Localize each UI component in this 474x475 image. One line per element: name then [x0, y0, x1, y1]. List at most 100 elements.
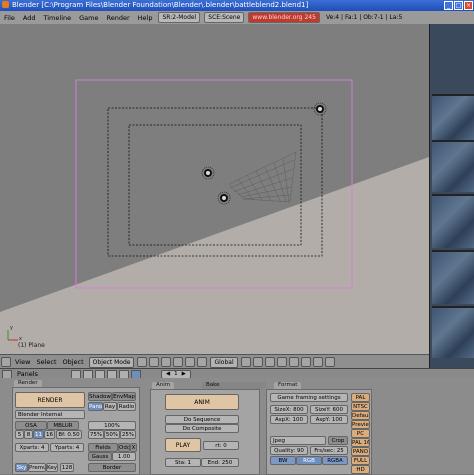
osa-5-button[interactable]: 5	[15, 430, 24, 439]
tab-bake[interactable]: Bake	[202, 382, 266, 389]
aspx-field[interactable]: AspX: 100	[270, 415, 308, 424]
osa-11-button[interactable]: 11	[33, 430, 44, 439]
file-type-dropdown[interactable]: Jpeg	[270, 436, 326, 445]
pivot-icon[interactable]	[149, 357, 160, 367]
bit-depth-field[interactable]: 128	[60, 463, 74, 472]
blender-url[interactable]: www.blender.org 245	[248, 12, 320, 23]
size-50-button[interactable]: 50%	[104, 430, 120, 439]
axis-y-label: y	[10, 325, 13, 331]
preset-pal-16-9[interactable]: PAL 16:9	[351, 438, 370, 447]
menu-game[interactable]: Game	[75, 14, 102, 22]
panels-menu[interactable]: Panels	[14, 370, 41, 378]
envmap-toggle[interactable]: EnvMap	[112, 392, 136, 401]
orientation-dropdown[interactable]: Global	[210, 356, 238, 368]
bw-toggle[interactable]: BW	[270, 456, 296, 465]
play-button[interactable]: PLAY	[165, 438, 201, 452]
quality-field[interactable]: Quality: 90	[270, 446, 308, 455]
anim-button[interactable]: ANIM	[165, 394, 239, 410]
fps-field[interactable]: Frs/sec: 25	[310, 446, 348, 455]
frame-prev-icon[interactable]: ◀	[166, 371, 170, 378]
render-button[interactable]: RENDER	[15, 392, 85, 408]
layer-button[interactable]	[288, 357, 299, 367]
aspy-field[interactable]: AspY: 100	[310, 415, 348, 424]
preset-pal[interactable]: PAL	[351, 393, 370, 402]
sizey-field[interactable]: SizeY: 600	[310, 405, 348, 414]
menu-render[interactable]: Render	[102, 14, 133, 22]
tab-anim[interactable]: Anim	[152, 382, 175, 389]
pano-toggle[interactable]: Pano	[88, 402, 103, 411]
lock-icon[interactable]	[312, 357, 323, 367]
sizex-field[interactable]: SizeX: 800	[270, 405, 308, 414]
premul-toggle[interactable]: Premul	[28, 463, 46, 472]
rotate-icon[interactable]	[185, 357, 196, 367]
preset-full[interactable]: FULL	[351, 456, 370, 465]
osa-8-button[interactable]: 8	[24, 430, 33, 439]
size-75-button[interactable]: 75%	[88, 430, 104, 439]
scene-selector[interactable]: SCE:Scene	[204, 12, 245, 23]
layer-button[interactable]	[240, 357, 251, 367]
rgb-toggle[interactable]: RGB	[296, 456, 322, 465]
x-toggle[interactable]: X	[130, 443, 137, 452]
game-framing-button[interactable]: Game framing settings	[270, 393, 348, 402]
layer-button[interactable]	[264, 357, 275, 367]
renderer-dropdown[interactable]: Blender Internal	[15, 410, 85, 419]
frame-next-icon[interactable]: ▶	[182, 371, 186, 378]
preset-preview[interactable]: Preview	[351, 420, 370, 429]
select-menu[interactable]: Select	[33, 358, 59, 366]
preset-hd[interactable]: HD	[351, 465, 370, 474]
mblur-toggle[interactable]: MBLUR	[47, 421, 79, 430]
end-frame-field[interactable]: End: 250	[201, 458, 239, 467]
minimize-button[interactable]: _	[444, 1, 453, 10]
sky-toggle[interactable]: Sky	[15, 463, 28, 472]
format-panel: Game framing settings SizeX: 800 SizeY: …	[266, 389, 372, 475]
scale-icon[interactable]	[197, 357, 208, 367]
close-button[interactable]: ×	[464, 1, 473, 10]
ray-toggle[interactable]: Ray	[103, 402, 117, 411]
preset-pano[interactable]: PANO	[351, 447, 370, 456]
object-menu[interactable]: Object	[60, 358, 87, 366]
size-25-button[interactable]: 25%	[120, 430, 136, 439]
rgba-toggle[interactable]: RGBA	[322, 456, 348, 465]
menu-timeline[interactable]: Timeline	[39, 14, 75, 22]
do-sequence-toggle[interactable]: Do Sequence	[165, 415, 239, 424]
odd-toggle[interactable]: Odd	[118, 443, 130, 452]
layer-button[interactable]	[252, 357, 263, 367]
shadow-toggle[interactable]: Shadow	[88, 392, 112, 401]
preset-ntsc[interactable]: NTSC	[351, 402, 370, 411]
menu-file[interactable]: File	[0, 14, 19, 22]
manipulator-icon[interactable]	[161, 357, 172, 367]
yparts-field[interactable]: Yparts: 4	[50, 443, 84, 452]
view-menu[interactable]: View	[12, 358, 33, 366]
render-icon[interactable]	[324, 357, 335, 367]
preset-pc[interactable]: PC	[351, 429, 370, 438]
menu-help[interactable]: Help	[134, 14, 157, 22]
bf-field[interactable]: Bf: 0.50	[56, 430, 82, 439]
osa-16-button[interactable]: 16	[44, 430, 55, 439]
preset-default[interactable]: Default	[351, 411, 370, 420]
maximize-button[interactable]: □	[454, 1, 463, 10]
rt-field[interactable]: rt: 0	[203, 441, 239, 450]
fields-toggle[interactable]: Fields	[88, 443, 118, 452]
layer-button[interactable]	[300, 357, 311, 367]
border-toggle[interactable]: Border	[88, 463, 136, 472]
start-frame-field[interactable]: Sta: 1	[165, 458, 201, 467]
3d-viewport[interactable]: y x (1) Plane	[0, 24, 429, 354]
menu-add[interactable]: Add	[19, 14, 40, 22]
osa-toggle[interactable]: OSA	[15, 421, 47, 430]
mode-dropdown[interactable]: Object Mode	[88, 356, 135, 368]
editor-type-icon[interactable]	[1, 357, 11, 367]
translate-icon[interactable]	[173, 357, 184, 367]
draw-type-icon[interactable]	[137, 357, 148, 367]
radio-toggle[interactable]: Radio	[117, 402, 136, 411]
xparts-field[interactable]: Xparts: 4	[15, 443, 49, 452]
size-100-button[interactable]: 100%	[88, 421, 136, 430]
do-composite-toggle[interactable]: Do Composite	[165, 424, 239, 433]
tab-format[interactable]: Format	[274, 382, 302, 389]
layer-button[interactable]	[276, 357, 287, 367]
screen-selector[interactable]: SR:2-Model	[158, 12, 201, 23]
key-toggle[interactable]: Key	[46, 463, 58, 472]
gauss-toggle[interactable]: Gauss	[88, 452, 112, 461]
gauss-filter-field[interactable]: 1.00	[112, 452, 136, 461]
crop-toggle[interactable]: Crop	[328, 436, 348, 445]
tab-render[interactable]: Render	[14, 380, 42, 387]
